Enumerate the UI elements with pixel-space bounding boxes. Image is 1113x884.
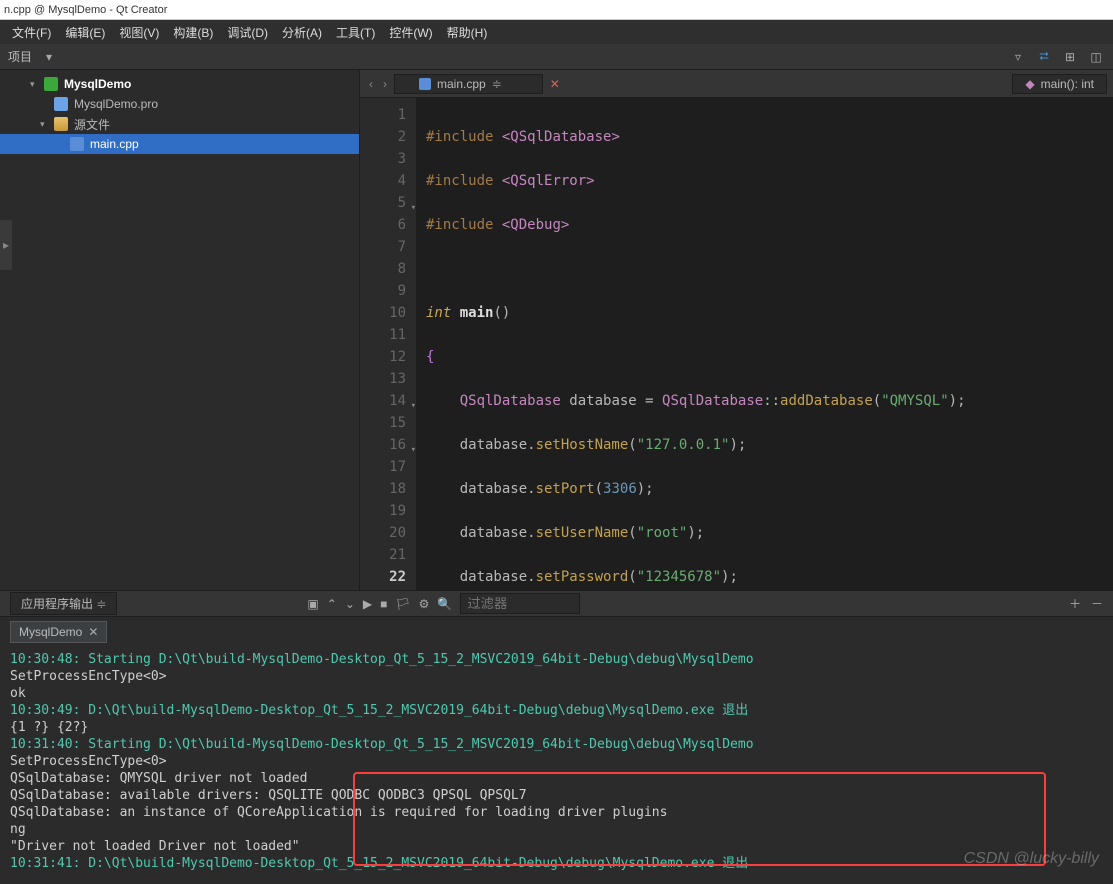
menu-analyze[interactable]: 分析(A) [276,22,328,43]
file-tab-label: main.cpp [437,77,486,91]
menu-view[interactable]: 视图(V) [113,22,165,43]
code-text[interactable]: #include <QSqlDatabase> #include <QSqlEr… [416,98,976,590]
out-line: SetProcessEncType<0> [10,753,1103,770]
link-icon[interactable]: ⮂ [1035,48,1053,66]
dropdown-icon[interactable]: ▾ [40,48,58,66]
pro-file-item[interactable]: MysqlDemo.pro [0,94,359,114]
output-plus-icon[interactable]: ＋ [1069,595,1081,612]
out-line: "Driver not loaded Driver not loaded" [10,838,1103,855]
out-line: 10:30:48: Starting D:\Qt\build-MysqlDemo… [10,651,1103,668]
output-content[interactable]: 10:30:48: Starting D:\Qt\build-MysqlDemo… [0,647,1113,882]
output-up-icon[interactable]: ⌃ [327,597,337,611]
sources-group[interactable]: ▾ 源文件 [0,114,359,134]
sources-label: 源文件 [74,116,110,133]
function-crumb[interactable]: ◆ main(): int [1012,74,1107,94]
menu-debug[interactable]: 调试(D) [221,22,274,43]
output-minus-icon[interactable]: － [1091,595,1103,612]
main-cpp-item[interactable]: main.cpp [0,134,359,154]
pro-file-label: MysqlDemo.pro [74,97,158,111]
stop-icon[interactable]: ■ [380,597,387,611]
out-line: ok [10,685,1103,702]
project-panel: ▾ MysqlDemo MysqlDemo.pro ▾ 源文件 main.cpp [0,70,360,590]
file-tab[interactable]: main.cpp ≑ [394,74,543,94]
project-panel-title: 项目 [8,48,32,65]
out-line: QSqlDatabase: an instance of QCoreApplic… [10,804,1103,821]
out-line: ng [10,821,1103,838]
sidebar-handle[interactable]: ▸ [0,220,12,270]
output-header: 应用程序输出 ≑ ▣ ⌃ ⌄ ▶ ■ 🏳 ⚙ 🔍 ＋ － [0,591,1113,617]
filter-input[interactable] [460,593,580,614]
settings-icon[interactable]: ⚙ [419,597,430,611]
window-titlebar: n.cpp @ MysqlDemo - Qt Creator [0,0,1113,20]
filter-icon[interactable]: ▿ [1009,48,1027,66]
split-icon[interactable]: ◫ [1087,48,1105,66]
menu-build[interactable]: 构建(B) [167,22,219,43]
main-cpp-label: main.cpp [90,137,139,151]
out-line: {1 ?} {2?} [10,719,1103,736]
menu-help[interactable]: 帮助(H) [441,22,494,43]
project-icon [44,77,58,91]
out-line: QSqlDatabase: available drivers: QSQLITE… [10,787,1103,804]
project-toolbar: 项目 ▾ ▿ ⮂ ⊞ ◫ [0,44,1113,70]
line-gutter: 1 2 3 4 5▾ 6 7 8 9 10 11 12 13 14▾ 15 16… [360,98,416,590]
output-run-tab-label: MysqlDemo [19,625,82,639]
menu-tools[interactable]: 工具(T) [330,22,381,43]
attach-icon[interactable]: 🏳 [395,597,410,611]
output-panel-title-tab[interactable]: 应用程序输出 ≑ [10,592,117,615]
file-tab-icon [419,78,431,90]
output-panel-title: 应用程序输出 [21,597,93,611]
menu-file[interactable]: 文件(F) [6,22,57,43]
crumb-label: main(): int [1041,77,1094,91]
output-panel: 应用程序输出 ≑ ▣ ⌃ ⌄ ▶ ■ 🏳 ⚙ 🔍 ＋ － MysqlDemo ✕… [0,590,1113,882]
editor-pane: ‹ › main.cpp ≑ ✕ ◆ main(): int 1 2 3 4 5… [360,70,1113,590]
window-title: n.cpp @ MysqlDemo - Qt Creator [4,4,167,16]
pro-file-icon [54,97,68,111]
out-line: 10:31:40: Starting D:\Qt\build-MysqlDemo… [10,736,1103,753]
nav-back-icon[interactable]: ‹ [366,77,376,91]
run-icon[interactable]: ▶ [363,597,372,611]
out-line: 10:30:49: D:\Qt\build-MysqlDemo-Desktop_… [10,702,1103,719]
close-tab-icon[interactable]: ✕ [547,77,563,91]
output-down-icon[interactable]: ⌄ [345,597,355,611]
output-target-icon[interactable]: ▣ [307,597,318,611]
menu-edit[interactable]: 编辑(E) [59,22,111,43]
project-root-label: MysqlDemo [64,77,131,91]
folder-icon [54,117,68,131]
out-line: SetProcessEncType<0> [10,668,1103,685]
crumb-icon: ◆ [1025,77,1034,91]
search-icon[interactable]: 🔍 [437,597,452,611]
code-editor[interactable]: 1 2 3 4 5▾ 6 7 8 9 10 11 12 13 14▾ 15 16… [360,98,1113,590]
menu-widgets[interactable]: 控件(W) [383,22,438,43]
out-line: QSqlDatabase: QMYSQL driver not loaded [10,770,1103,787]
project-root[interactable]: ▾ MysqlDemo [0,74,359,94]
out-line: 10:31:41: D:\Qt\build-MysqlDemo-Desktop_… [10,855,1103,872]
output-run-tab[interactable]: MysqlDemo ✕ [10,621,107,643]
editor-tabs: ‹ › main.cpp ≑ ✕ ◆ main(): int [360,70,1113,98]
close-output-tab-icon[interactable]: ✕ [88,625,98,639]
menubar: 文件(F) 编辑(E) 视图(V) 构建(B) 调试(D) 分析(A) 工具(T… [0,20,1113,44]
cpp-file-icon [70,137,84,151]
nav-forward-icon[interactable]: › [380,77,390,91]
add-icon[interactable]: ⊞ [1061,48,1079,66]
